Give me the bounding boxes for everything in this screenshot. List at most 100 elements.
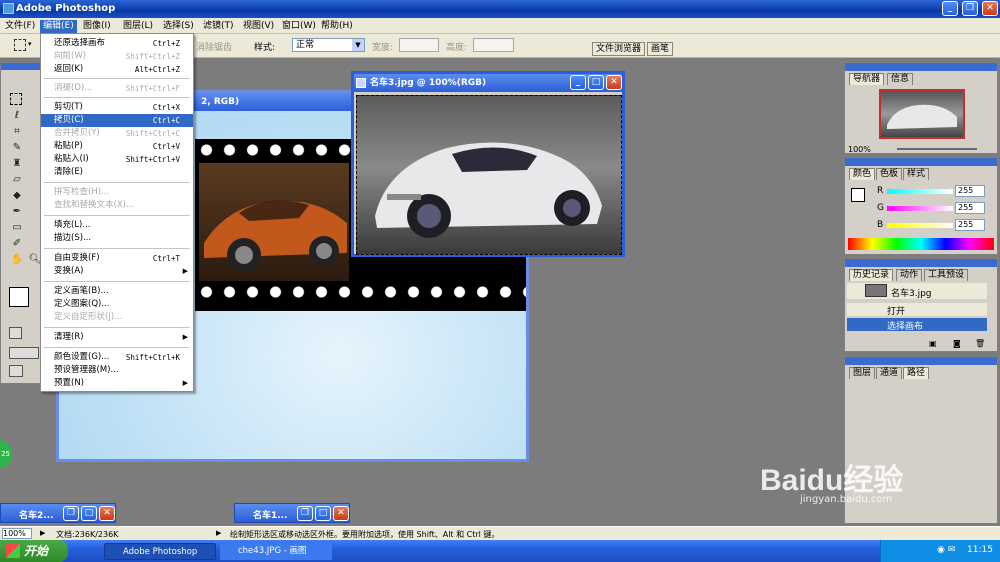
doc-maximize-button[interactable]: □ xyxy=(588,75,604,90)
status-bar: 100% ▶ 文档:236K/236K ▶ 绘制矩形选区或移动选区外框。要用附加… xyxy=(0,526,1000,540)
start-button[interactable]: 开始 xyxy=(0,540,68,562)
pen-icon[interactable]: ✒ xyxy=(10,205,24,219)
r-slider[interactable] xyxy=(887,189,953,194)
hand-icon[interactable]: ✋ xyxy=(10,253,24,267)
close-button[interactable]: ✕ xyxy=(99,506,115,521)
marquee-tool-icon[interactable] xyxy=(14,39,26,51)
blur-icon[interactable]: ◆ xyxy=(10,189,24,203)
menu-item-step-back[interactable]: 返回(K) Alt+Ctrl+Z xyxy=(41,63,193,76)
trash-icon[interactable]: 🗑︎ xyxy=(975,339,985,348)
maximize-button[interactable]: □ xyxy=(315,506,331,521)
restore-button[interactable]: ❐ xyxy=(962,1,978,16)
restore-button[interactable]: ❐ xyxy=(297,506,313,521)
jump-to-imageready-icon[interactable] xyxy=(9,365,23,377)
stamp-icon[interactable]: ♜ xyxy=(10,157,24,171)
file-browser-button[interactable]: 文件浏览器 xyxy=(592,42,646,56)
brushes-button[interactable]: 画笔 xyxy=(647,42,674,56)
menu-item-define-pattern[interactable]: 定义图案(Q)... xyxy=(41,298,193,311)
tab-layers[interactable]: 图层 xyxy=(849,367,876,379)
tray-icons[interactable]: ◉ ✉ xyxy=(937,545,955,555)
close-button[interactable]: ✕ xyxy=(333,506,349,521)
restore-button[interactable]: ❐ xyxy=(63,506,79,521)
status-zoom-input[interactable]: 100% xyxy=(2,528,32,539)
tab-actions[interactable]: 动作 xyxy=(896,269,923,281)
history-snapshot[interactable]: 名车3.jpg xyxy=(847,283,987,299)
taskbar-item-photoshop[interactable]: Adobe Photoshop xyxy=(104,543,216,560)
tab-channels[interactable]: 通道 xyxy=(876,367,903,379)
screen-mode-icon[interactable] xyxy=(9,347,39,359)
healing-brush-icon[interactable]: ✎ xyxy=(10,141,24,155)
g-slider[interactable] xyxy=(887,206,953,211)
minimized-document-1[interactable]: 名车2... ❐ □ ✕ xyxy=(0,503,116,523)
tab-history[interactable]: 历史记录 xyxy=(849,269,894,281)
width-input[interactable] xyxy=(399,38,439,52)
standard-mode-icon[interactable] xyxy=(9,327,22,339)
tab-swatches[interactable]: 色板 xyxy=(876,168,903,180)
lasso-icon[interactable]: ℓ xyxy=(10,109,24,123)
menu-item-preferences[interactable]: 预置(N) ▶ xyxy=(41,377,193,390)
menu-item-free-transform[interactable]: 自由变换(F) Ctrl+T xyxy=(41,252,193,265)
snapshot-icon[interactable]: ◙ xyxy=(953,339,961,348)
status-menu-arrow-icon[interactable]: ▶ xyxy=(40,529,45,537)
foreground-swatch[interactable] xyxy=(851,188,865,202)
tab-paths[interactable]: 路径 xyxy=(903,367,930,379)
g-value-input[interactable]: 255 xyxy=(955,202,985,214)
menu-window[interactable]: 窗口(W) xyxy=(279,20,319,33)
history-item[interactable]: 打开 xyxy=(847,303,987,317)
menu-item-color-settings[interactable]: 颜色设置(G)... Shift+Ctrl+K xyxy=(41,351,193,364)
menu-help[interactable]: 帮助(H) xyxy=(318,20,356,33)
shape-icon[interactable]: ▭ xyxy=(10,221,24,235)
history-item-selected[interactable]: 选择画布 xyxy=(847,318,987,332)
foreground-color-swatch[interactable] xyxy=(9,287,29,307)
menu-item-paste[interactable]: 粘贴(P) Ctrl+V xyxy=(41,140,193,153)
menu-item-undo[interactable]: 还原选择画布 Ctrl+Z xyxy=(41,37,193,50)
maximize-button[interactable]: □ xyxy=(81,506,97,521)
menu-item-preset-manager[interactable]: 预设管理器(M)... xyxy=(41,364,193,377)
doc-minimize-button[interactable]: _ xyxy=(570,75,586,90)
r-value-input[interactable]: 255 xyxy=(955,185,985,197)
tab-styles[interactable]: 样式 xyxy=(903,168,930,180)
b-slider[interactable] xyxy=(887,223,953,228)
style-select[interactable]: 正常 ▼ xyxy=(292,38,365,52)
navigator-zoom-value[interactable]: 100% xyxy=(848,145,871,154)
navigator-zoom-slider[interactable] xyxy=(897,148,977,150)
menu-item-copy[interactable]: 拷贝(C) Ctrl+C xyxy=(41,114,193,127)
menu-item-cut[interactable]: 剪切(T) Ctrl+X xyxy=(41,101,193,114)
menu-item-purge[interactable]: 清理(R) ▶ xyxy=(41,331,193,344)
navigator-thumbnail[interactable] xyxy=(879,89,965,139)
tab-info[interactable]: 信息 xyxy=(887,73,914,85)
menu-edit[interactable]: 编辑(E) xyxy=(40,20,77,33)
close-button[interactable]: ✕ xyxy=(982,1,998,16)
menu-item-clear[interactable]: 清除(E) xyxy=(41,166,193,179)
eraser-icon[interactable]: ▱ xyxy=(10,173,24,187)
tab-navigator[interactable]: 导航器 xyxy=(849,73,885,85)
crop-icon[interactable]: ⌗ xyxy=(10,125,24,139)
film-holes-bottom xyxy=(195,285,526,299)
chevron-down-icon[interactable]: ▾ xyxy=(28,40,32,48)
minimize-button[interactable]: _ xyxy=(942,1,958,16)
minimized-document-2[interactable]: 名车1... ❐ □ ✕ xyxy=(234,503,350,523)
new-document-icon[interactable]: ▣ xyxy=(929,339,937,348)
menu-select[interactable]: 选择(S) xyxy=(160,20,197,33)
doc-close-button[interactable]: ✕ xyxy=(606,75,622,90)
menu-item-transform[interactable]: 变换(A) ▶ xyxy=(41,265,193,278)
taskbar-item-paint[interactable]: che43.JPG - 画图 xyxy=(220,543,332,560)
tab-tool-presets[interactable]: 工具预设 xyxy=(924,269,969,281)
menu-item-define-brush[interactable]: 定义画笔(B)... xyxy=(41,285,193,298)
menu-item-paste-into[interactable]: 粘贴入(I) Shift+Ctrl+V xyxy=(41,153,193,166)
menu-image[interactable]: 图像(I) xyxy=(80,20,114,33)
menu-item-fill[interactable]: 填充(L)... xyxy=(41,219,193,232)
menu-item-stroke[interactable]: 描边(S)... xyxy=(41,232,193,245)
marquee-icon[interactable] xyxy=(10,93,22,105)
floating-badge[interactable]: 25 xyxy=(0,440,12,468)
menu-filter[interactable]: 滤镜(T) xyxy=(200,20,237,33)
menu-file[interactable]: 文件(F) xyxy=(2,20,38,33)
color-ramp[interactable] xyxy=(848,238,994,250)
tab-color[interactable]: 颜色 xyxy=(849,168,876,180)
menu-view[interactable]: 视图(V) xyxy=(240,20,277,33)
height-input[interactable] xyxy=(473,38,514,52)
menu-layer[interactable]: 图层(L) xyxy=(120,20,156,33)
notes-icon[interactable]: ✐ xyxy=(10,237,24,251)
b-value-input[interactable]: 255 xyxy=(955,219,985,231)
document-window-front[interactable]: 名车3.jpg @ 100%(RGB) _ □ ✕ xyxy=(351,71,625,257)
